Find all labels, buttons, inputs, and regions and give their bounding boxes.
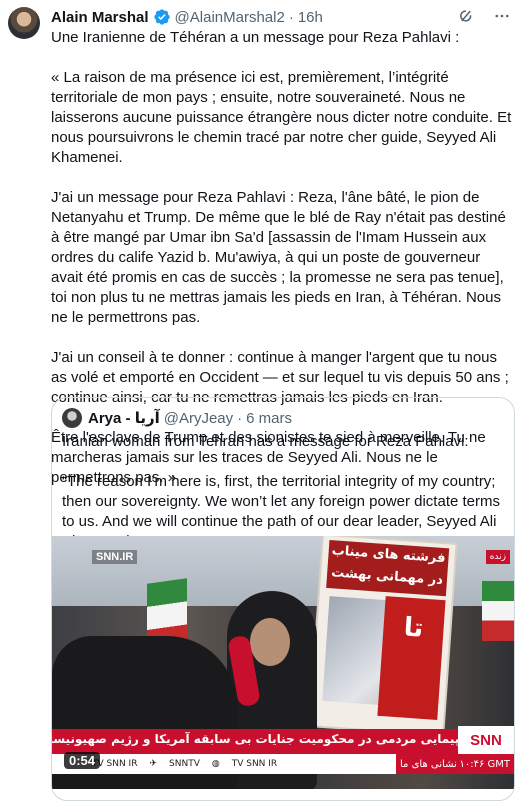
- quote-timestamp[interactable]: 6 mars: [246, 410, 292, 427]
- speaker-face: [250, 618, 290, 666]
- telegram-icon: ✈: [149, 759, 158, 769]
- protest-sign: فرشته های میناب در مهمانی بهشت تا: [310, 536, 456, 735]
- separator: ·: [288, 8, 294, 26]
- quoted-tweet[interactable]: Arya - آریا @AryJeay · 6 mars Iranian wo…: [51, 397, 515, 801]
- verified-badge-icon[interactable]: [153, 8, 171, 26]
- quote-avatar[interactable]: [62, 408, 82, 428]
- avatar[interactable]: [8, 7, 40, 39]
- video-duration: 0:54: [64, 752, 101, 769]
- flag-right: [482, 581, 514, 641]
- tweet[interactable]: Alain Marshal @AlainMarshal2 · 16h Une I…: [0, 0, 523, 806]
- sign-title: فرشته های میناب در مهمانی بهشت: [326, 540, 450, 597]
- tweet-header: Alain Marshal @AlainMarshal2 · 16h: [51, 6, 511, 28]
- quote-text: Iranian woman from Tehran has a message …: [62, 433, 500, 550]
- live-tag: زنده: [485, 550, 510, 564]
- sign-strip: تا: [377, 596, 446, 720]
- quote-separator: ·: [237, 409, 243, 427]
- social-web: TV SNN IR: [231, 759, 278, 769]
- quote-author-handle[interactable]: @AryJeay: [164, 410, 233, 427]
- author-handle[interactable]: @AlainMarshal2: [175, 9, 285, 26]
- headline-text: راهپیمایی مردمی در محکومیت جنایات بی ساب…: [52, 732, 479, 746]
- more-icon[interactable]: [493, 7, 511, 29]
- channel-logo: SNN.IR: [92, 550, 138, 564]
- news-box: نشانی های ما ۱۰:۴۶ GMT: [396, 754, 514, 774]
- social-snntv: SNNTV: [169, 759, 200, 769]
- timestamp[interactable]: 16h: [298, 9, 323, 26]
- author-name[interactable]: Alain Marshal: [51, 9, 149, 26]
- quote-header: Arya - آریا @AryJeay · 6 mars: [62, 408, 292, 428]
- quote-author-name[interactable]: Arya - آریا: [88, 409, 160, 427]
- news-label: نشانی های ما: [400, 758, 457, 770]
- clock: ۱۰:۴۶ GMT: [459, 758, 510, 770]
- video-player[interactable]: فرشته های میناب در مهمانی بهشت تا SNN.IR…: [52, 536, 514, 789]
- header-actions: [457, 7, 511, 29]
- globe-icon: ◍: [211, 759, 220, 769]
- grok-icon[interactable]: [457, 7, 475, 29]
- snn-badge: SNN: [458, 726, 514, 756]
